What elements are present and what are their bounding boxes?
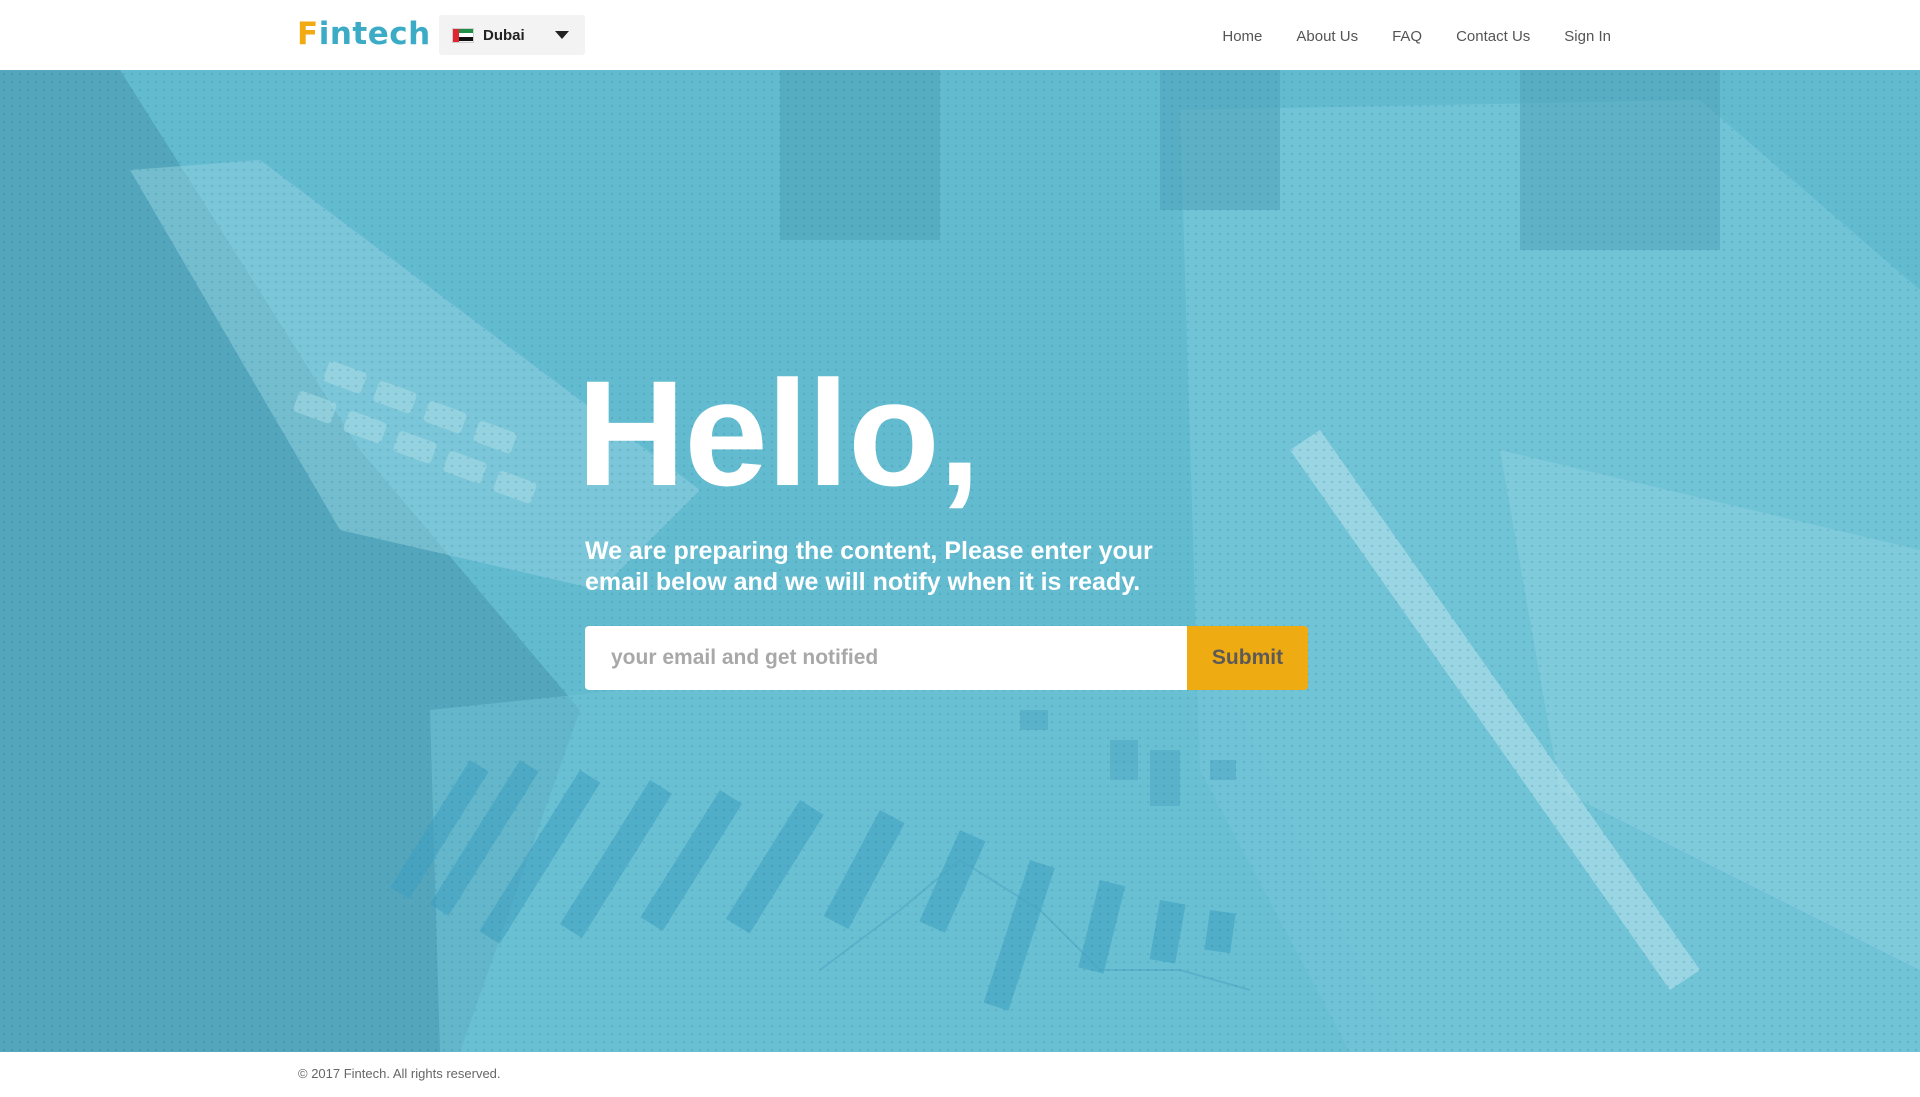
email-input[interactable]: [585, 626, 1187, 690]
page-footer: © 2017 Fintech. All rights reserved.: [0, 1052, 1920, 1097]
logo-first-letter: F: [297, 16, 319, 52]
logo-rest: intech: [318, 16, 431, 52]
hero-section: Hello, We are preparing the content, Ple…: [0, 70, 1920, 1052]
city-selector-value: Dubai: [483, 26, 525, 44]
nav-sign-in[interactable]: Sign In: [1564, 28, 1611, 45]
city-selector[interactable]: Dubai: [439, 15, 585, 55]
copyright-text: © 2017 Fintech. All rights reserved.: [298, 1066, 501, 1081]
nav-contact-us[interactable]: Contact Us: [1456, 28, 1530, 45]
nav-home[interactable]: Home: [1222, 28, 1262, 45]
submit-button[interactable]: Submit: [1187, 626, 1308, 690]
uae-flag-icon: [452, 27, 474, 43]
hero-subtitle: We are preparing the content, Please ent…: [585, 537, 1153, 596]
chevron-down-icon: [555, 31, 569, 39]
nav-about-us[interactable]: About Us: [1296, 28, 1358, 45]
main-nav: Home About Us FAQ Contact Us Sign In: [1188, 0, 1611, 72]
fintech-logo[interactable]: Fintech: [297, 14, 431, 54]
top-header: Fintech Dubai Home About Us FAQ Contact …: [0, 0, 1920, 70]
hero-heading: Hello,: [577, 349, 980, 517]
nav-faq[interactable]: FAQ: [1392, 28, 1422, 45]
